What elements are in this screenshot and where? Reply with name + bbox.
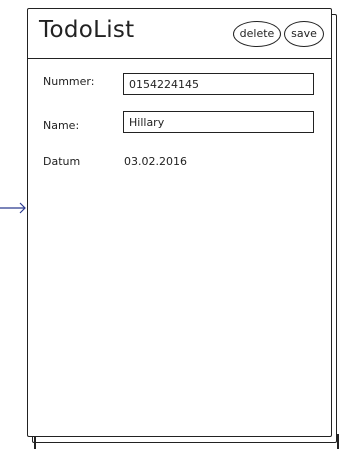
phone-screen: TodoList delete save Nummer: 0154224145 … bbox=[27, 8, 332, 437]
number-label: Nummer: bbox=[43, 75, 95, 88]
name-field[interactable]: Hillary bbox=[123, 111, 314, 133]
frame-tick-right bbox=[337, 434, 339, 449]
delete-button[interactable]: delete bbox=[233, 21, 281, 47]
date-value: 03.02.2016 bbox=[124, 155, 187, 168]
app-title: TodoList bbox=[39, 17, 135, 43]
save-button[interactable]: save bbox=[284, 21, 324, 47]
date-label: Datum bbox=[43, 155, 81, 168]
number-field[interactable]: 0154224145 bbox=[123, 73, 314, 95]
name-label: Name: bbox=[43, 119, 80, 132]
header-bar: TodoList delete save bbox=[28, 9, 331, 59]
